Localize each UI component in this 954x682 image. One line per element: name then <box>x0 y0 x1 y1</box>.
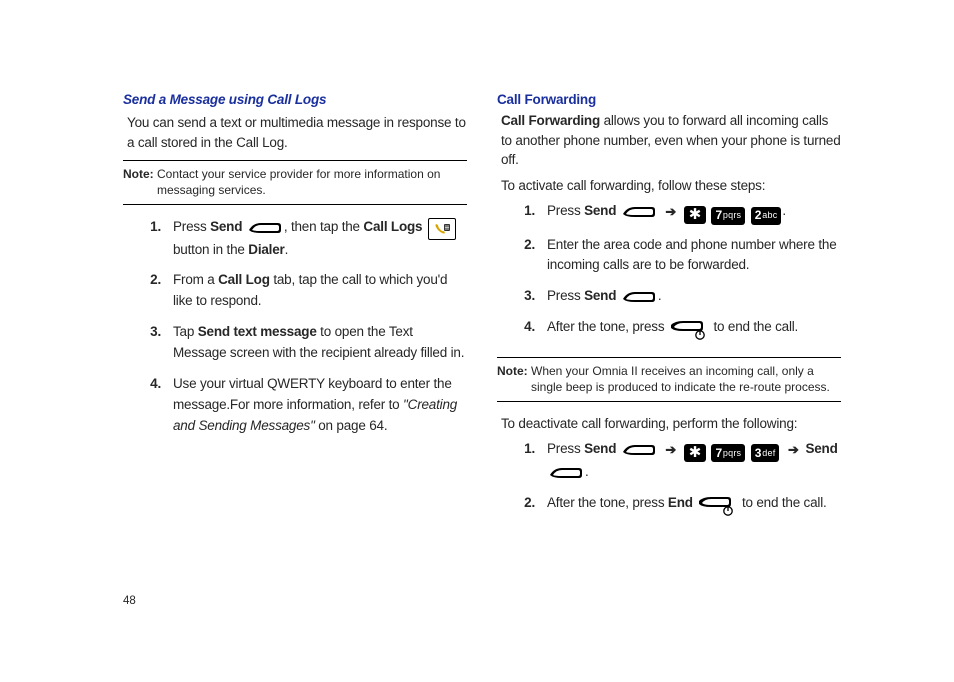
key-letters: pqrs <box>723 447 741 461</box>
text: , then tap the <box>284 219 364 234</box>
text: . <box>585 464 589 479</box>
note-label: Note: <box>497 363 531 395</box>
arrow-icon: ➔ <box>665 440 675 460</box>
bold: Call Log <box>218 272 270 287</box>
intro-right: Call Forwarding allows you to forward al… <box>501 111 841 170</box>
steps-left: 1. Press Send , then tap the Call Logs b… <box>137 217 467 437</box>
step-a2: 2. Enter the area code and phone number … <box>511 235 841 277</box>
send-key-icon <box>622 442 656 456</box>
step-a3: 3. Press Send . <box>511 286 841 307</box>
heading-send-message: Send a Message using Call Logs <box>123 92 467 107</box>
step-3: 3. Tap Send text message to open the Tex… <box>137 322 467 364</box>
step-num: 1. <box>137 217 161 261</box>
note-label: Note: <box>123 166 157 198</box>
step-2: 2. From a Call Log tab, tap the call to … <box>137 270 467 312</box>
send-key-icon <box>549 465 583 479</box>
step-num: 4. <box>137 374 161 437</box>
step-a4: 4. After the tone, press to end the call… <box>511 317 841 347</box>
key-letters: abc <box>762 209 777 223</box>
step-1: 1. Press Send , then tap the Call Logs b… <box>137 217 467 261</box>
bold: Send <box>210 219 242 234</box>
bold: Dialer <box>248 242 284 257</box>
end-key-icon <box>698 494 736 523</box>
note-body: Contact your service provider for more i… <box>157 166 467 198</box>
note-left: Note: Contact your service provider for … <box>123 160 467 204</box>
text: . <box>782 203 786 218</box>
key-7-icon: 7pqrs <box>711 207 745 225</box>
arrow-icon: ➔ <box>788 440 798 460</box>
text: . <box>285 242 289 257</box>
key-num: 7 <box>715 206 722 225</box>
key-num: 7 <box>715 444 722 463</box>
bold: Send text message <box>198 324 317 339</box>
right-column: Call Forwarding Call Forwarding allows y… <box>497 92 841 533</box>
page-number: 48 <box>123 595 136 607</box>
text: button in the <box>173 242 248 257</box>
step-num: 2. <box>137 270 161 312</box>
text: Press <box>173 219 210 234</box>
activate-lead: To activate call forwarding, follow thes… <box>501 176 841 196</box>
text: After the tone, press <box>547 319 668 334</box>
bold: Send <box>584 441 616 456</box>
step-num: 1. <box>511 201 535 224</box>
step-num: 3. <box>511 286 535 307</box>
bold: Send <box>584 288 616 303</box>
text: Press <box>547 288 584 303</box>
call-logs-icon <box>428 218 456 240</box>
key-7-icon: 7pqrs <box>711 444 745 462</box>
text: Press <box>547 441 584 456</box>
bold: End <box>668 495 693 510</box>
heading-call-forwarding: Call Forwarding <box>497 92 841 107</box>
note-body: When your Omnia II receives an incoming … <box>531 363 841 395</box>
deactivate-lead: To deactivate call forwarding, perform t… <box>501 414 841 434</box>
bold: Send <box>584 203 616 218</box>
step-4: 4. Use your virtual QWERTY keyboard to e… <box>137 374 467 437</box>
bold: Call Forwarding <box>501 113 600 128</box>
step-num: 3. <box>137 322 161 364</box>
send-key-icon <box>248 220 282 234</box>
bold: Call Logs <box>363 219 422 234</box>
step-num: 2. <box>511 235 535 277</box>
text: Enter the area code and phone number whe… <box>545 235 841 277</box>
text: to end the call. <box>713 319 798 334</box>
step-a1: 1. Press Send ➔ ✱ 7pqrs 2abc. <box>511 201 841 224</box>
step-num: 2. <box>511 493 535 523</box>
key-2-icon: 2abc <box>751 207 782 225</box>
key-letters: pqrs <box>723 209 741 223</box>
intro-left: You can send a text or multimedia messag… <box>127 113 467 152</box>
text: From a <box>173 272 218 287</box>
text: . <box>658 288 662 303</box>
star-key-icon: ✱ <box>684 444 706 462</box>
note-right: Note: When your Omnia II receives an inc… <box>497 357 841 401</box>
step-num: 1. <box>511 439 535 483</box>
left-column: Send a Message using Call Logs You can s… <box>123 92 467 533</box>
steps-deactivate: 1. Press Send ➔ ✱ 7pqrs 3def ➔ Send . 2.… <box>511 439 841 523</box>
text: to end the call. <box>742 495 827 510</box>
text: After the tone, press <box>547 495 668 510</box>
key-3-icon: 3def <box>751 444 780 462</box>
bold: Send <box>805 441 837 456</box>
step-d2: 2. After the tone, press End to end the … <box>511 493 841 523</box>
step-num: 4. <box>511 317 535 347</box>
send-key-icon <box>622 204 656 218</box>
text: Press <box>547 203 584 218</box>
text: on page 64. <box>318 418 387 433</box>
step-d1: 1. Press Send ➔ ✱ 7pqrs 3def ➔ Send . <box>511 439 841 483</box>
page-content: Send a Message using Call Logs You can s… <box>123 92 841 533</box>
key-num: 3 <box>755 444 762 463</box>
key-num: 2 <box>755 206 762 225</box>
text: Tap <box>173 324 198 339</box>
arrow-icon: ➔ <box>665 202 675 222</box>
send-key-icon <box>622 289 656 303</box>
steps-activate: 1. Press Send ➔ ✱ 7pqrs 2abc. 2. Enter t… <box>511 201 841 347</box>
star-key-icon: ✱ <box>684 206 706 224</box>
end-key-icon <box>670 318 708 347</box>
key-letters: def <box>762 447 775 461</box>
